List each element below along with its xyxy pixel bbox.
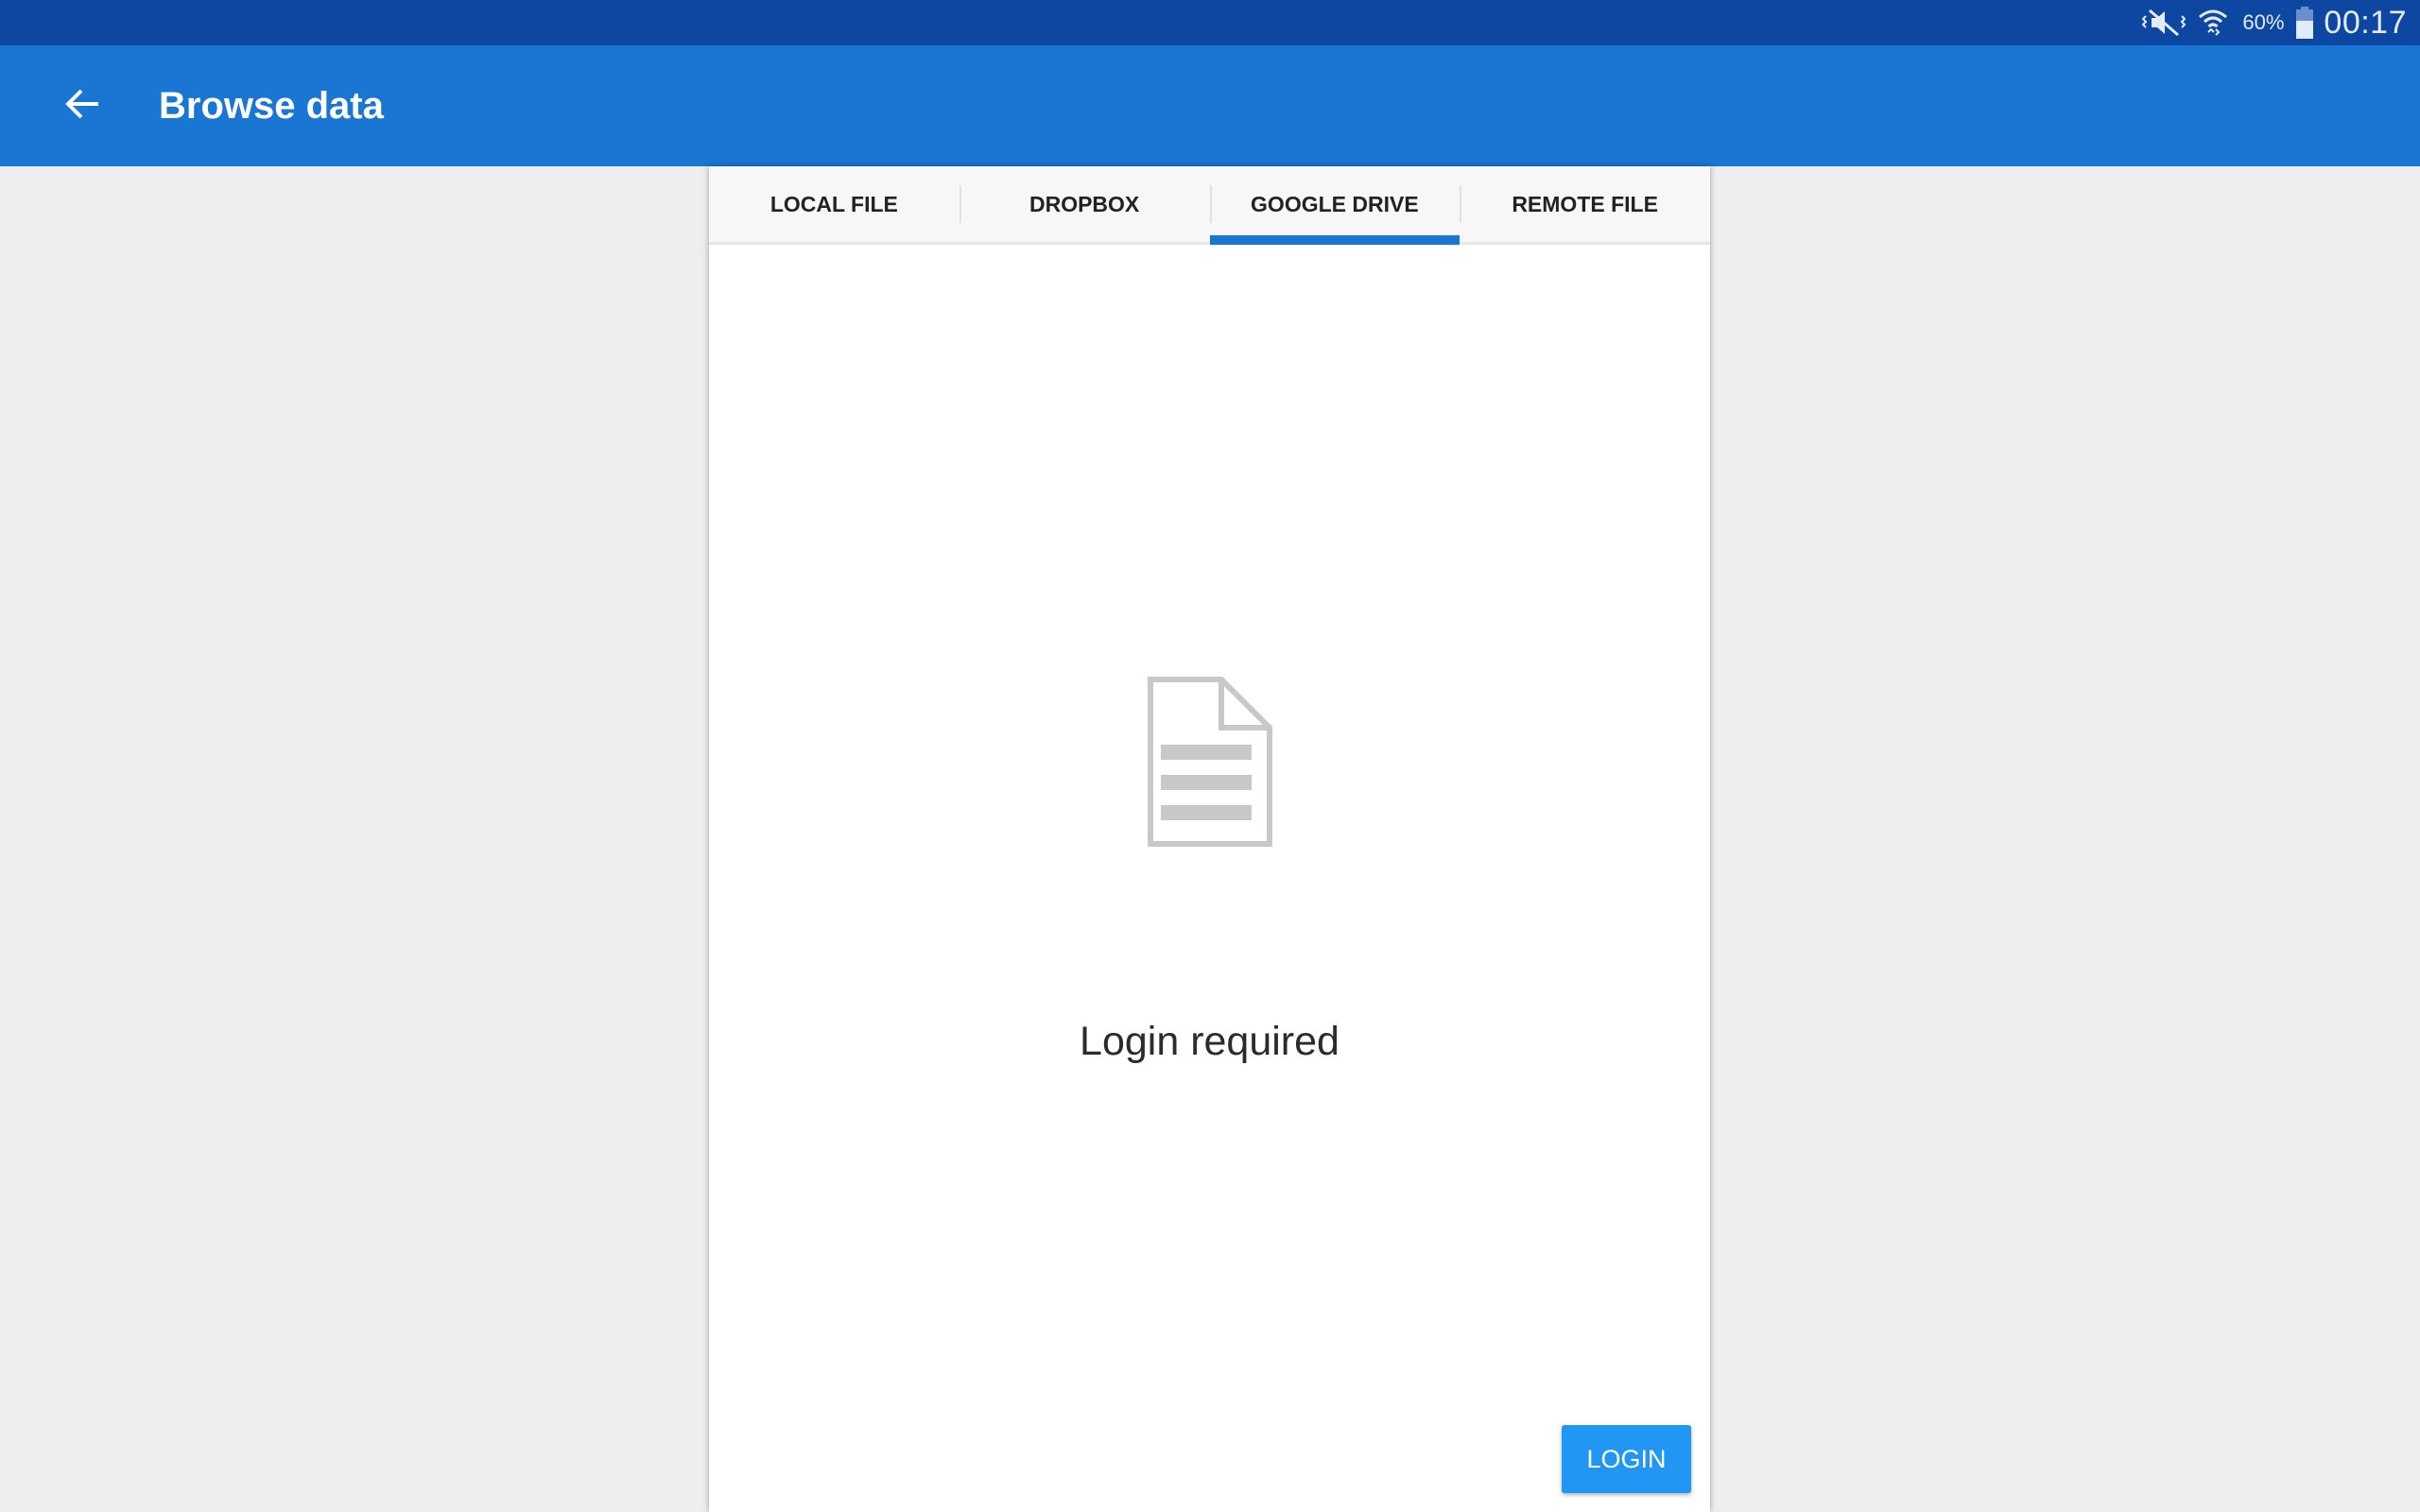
wifi-icon <box>2197 7 2229 39</box>
app-bar: Browse data <box>0 45 2420 166</box>
arrow-back-icon <box>64 87 102 126</box>
tab-label: GOOGLE DRIVE <box>1251 191 1419 216</box>
vibrate-mute-icon <box>2142 9 2187 37</box>
back-button[interactable] <box>49 79 117 132</box>
browse-panel: LOCAL FILE DROPBOX GOOGLE DRIVE REMOTE F… <box>709 166 1710 1512</box>
battery-icon <box>2295 6 2314 40</box>
document-icon <box>709 677 1710 847</box>
tab-local-file[interactable]: LOCAL FILE <box>709 166 959 242</box>
login-button[interactable]: LOGIN <box>1562 1425 1691 1493</box>
source-tabs: LOCAL FILE DROPBOX GOOGLE DRIVE REMOTE F… <box>709 166 1710 245</box>
tab-label: LOCAL FILE <box>769 191 898 216</box>
tab-google-drive[interactable]: GOOGLE DRIVE <box>1209 166 1461 245</box>
status-clock: 00:17 <box>2324 4 2407 41</box>
tab-dropbox[interactable]: DROPBOX <box>959 166 1210 242</box>
tab-label: REMOTE FILE <box>1512 191 1658 216</box>
page-title: Browse data <box>159 85 384 127</box>
battery-percent: 60% <box>2242 10 2285 34</box>
empty-state <box>709 677 1710 847</box>
tab-remote-file[interactable]: REMOTE FILE <box>1460 166 1710 242</box>
login-required-message: Login required <box>1080 1019 1340 1064</box>
status-bar: 60% 00:17 <box>0 0 2420 45</box>
tab-label: DROPBOX <box>1028 191 1140 216</box>
status-icons: 60% 00:17 <box>2131 0 2407 45</box>
